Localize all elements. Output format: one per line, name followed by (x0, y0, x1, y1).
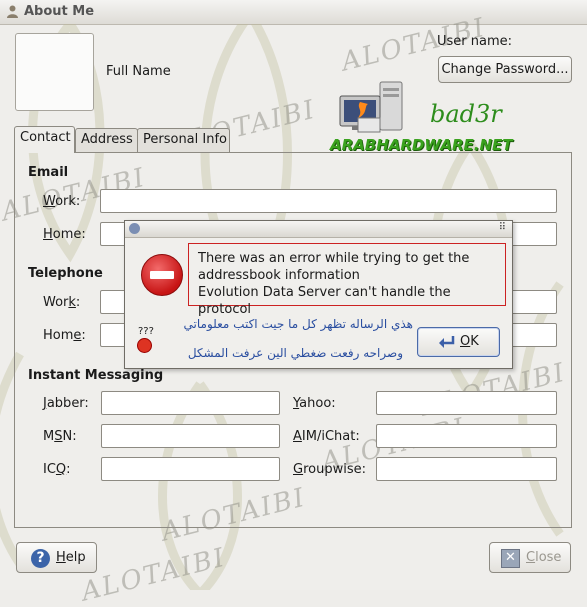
icq-label: ICQ: (43, 462, 71, 477)
email-work-field[interactable] (100, 189, 557, 213)
arabhardware-logo: bad3r ARABHARDWARE.NET (330, 78, 520, 154)
telephone-section-title: Telephone (28, 266, 103, 281)
email-home-label: Home: (43, 227, 86, 242)
dialog-window-icon (129, 223, 140, 234)
help-button[interactable]: ? Help (16, 542, 97, 573)
phone-home-field[interactable] (100, 323, 126, 347)
close-button[interactable]: ✕ Close (489, 542, 571, 573)
user-name-label: User name: (437, 34, 513, 49)
error-line-2: addressbook information (198, 268, 360, 283)
msn-field[interactable] (101, 424, 280, 448)
error-line-1: There was an error while trying to get t… (198, 251, 470, 266)
title-bar: About Me (0, 0, 587, 25)
phone-home-field-2[interactable] (508, 323, 557, 347)
phone-home-label: Home: (43, 328, 86, 343)
confused-smiley-icon (137, 338, 152, 353)
close-label: Close (526, 550, 562, 565)
error-message: There was an error while trying to get t… (188, 243, 506, 317)
window-title: About Me (24, 4, 95, 19)
grip-icon[interactable]: ⠿ (499, 222, 506, 233)
aim-field[interactable] (376, 424, 557, 448)
computer-icon (339, 81, 403, 133)
logo-tag: bad3r (430, 100, 502, 128)
error-icon (141, 254, 183, 296)
aim-label: AIM/iChat: (293, 429, 360, 444)
msn-label: MSN: (43, 429, 77, 444)
user-icon (7, 5, 18, 18)
dialog-title-bar: ⠿ (125, 221, 512, 238)
phone-work-field[interactable] (100, 290, 126, 314)
phone-work-field-2[interactable] (508, 290, 557, 314)
arabic-annotation-2: وصراحه رفعت ضغطي الين عرفت المشكل (187, 346, 403, 360)
about-me-window: About Me ALOTAIBI ALOTAIBI ALOTAIBI ALOT… (0, 0, 587, 607)
yahoo-field[interactable] (376, 391, 557, 415)
jabber-label: Jabber: (43, 396, 89, 411)
yahoo-label: Yahoo: (293, 396, 336, 411)
groupwise-field[interactable] (376, 457, 557, 481)
ok-label: OK (460, 334, 479, 349)
email-section-title: Email (28, 165, 69, 180)
tab-address[interactable]: Address (75, 128, 138, 152)
email-work-label: Work: (43, 194, 81, 209)
error-line-3: Evolution Data Server can't handle the p… (198, 285, 451, 317)
watermark-text: ALOTAIBI (78, 542, 230, 607)
im-section-title: Instant Messaging (28, 368, 164, 383)
jabber-field[interactable] (101, 391, 280, 415)
phone-work-label: Work: (43, 295, 81, 310)
groupwise-label: Groupwise: (293, 462, 366, 477)
icq-field[interactable] (101, 457, 280, 481)
close-icon: ✕ (501, 549, 520, 568)
tab-contact[interactable]: Contact (14, 126, 75, 153)
error-dialog: ⠿ There was an error while trying to get… (124, 220, 513, 369)
help-label: Help (56, 550, 86, 565)
photo-button[interactable] (15, 33, 94, 111)
tab-personal-info[interactable]: Personal Info (137, 128, 230, 152)
question-marks: ??? (138, 326, 154, 337)
help-icon: ? (31, 549, 50, 568)
full-name-label: Full Name (106, 64, 171, 79)
enter-arrow-icon (439, 336, 455, 348)
ok-button[interactable]: OK (417, 327, 500, 357)
arabic-annotation-1: هذي الرساله تظهر كل ما جيت اكتب معلوماتي (183, 317, 413, 331)
